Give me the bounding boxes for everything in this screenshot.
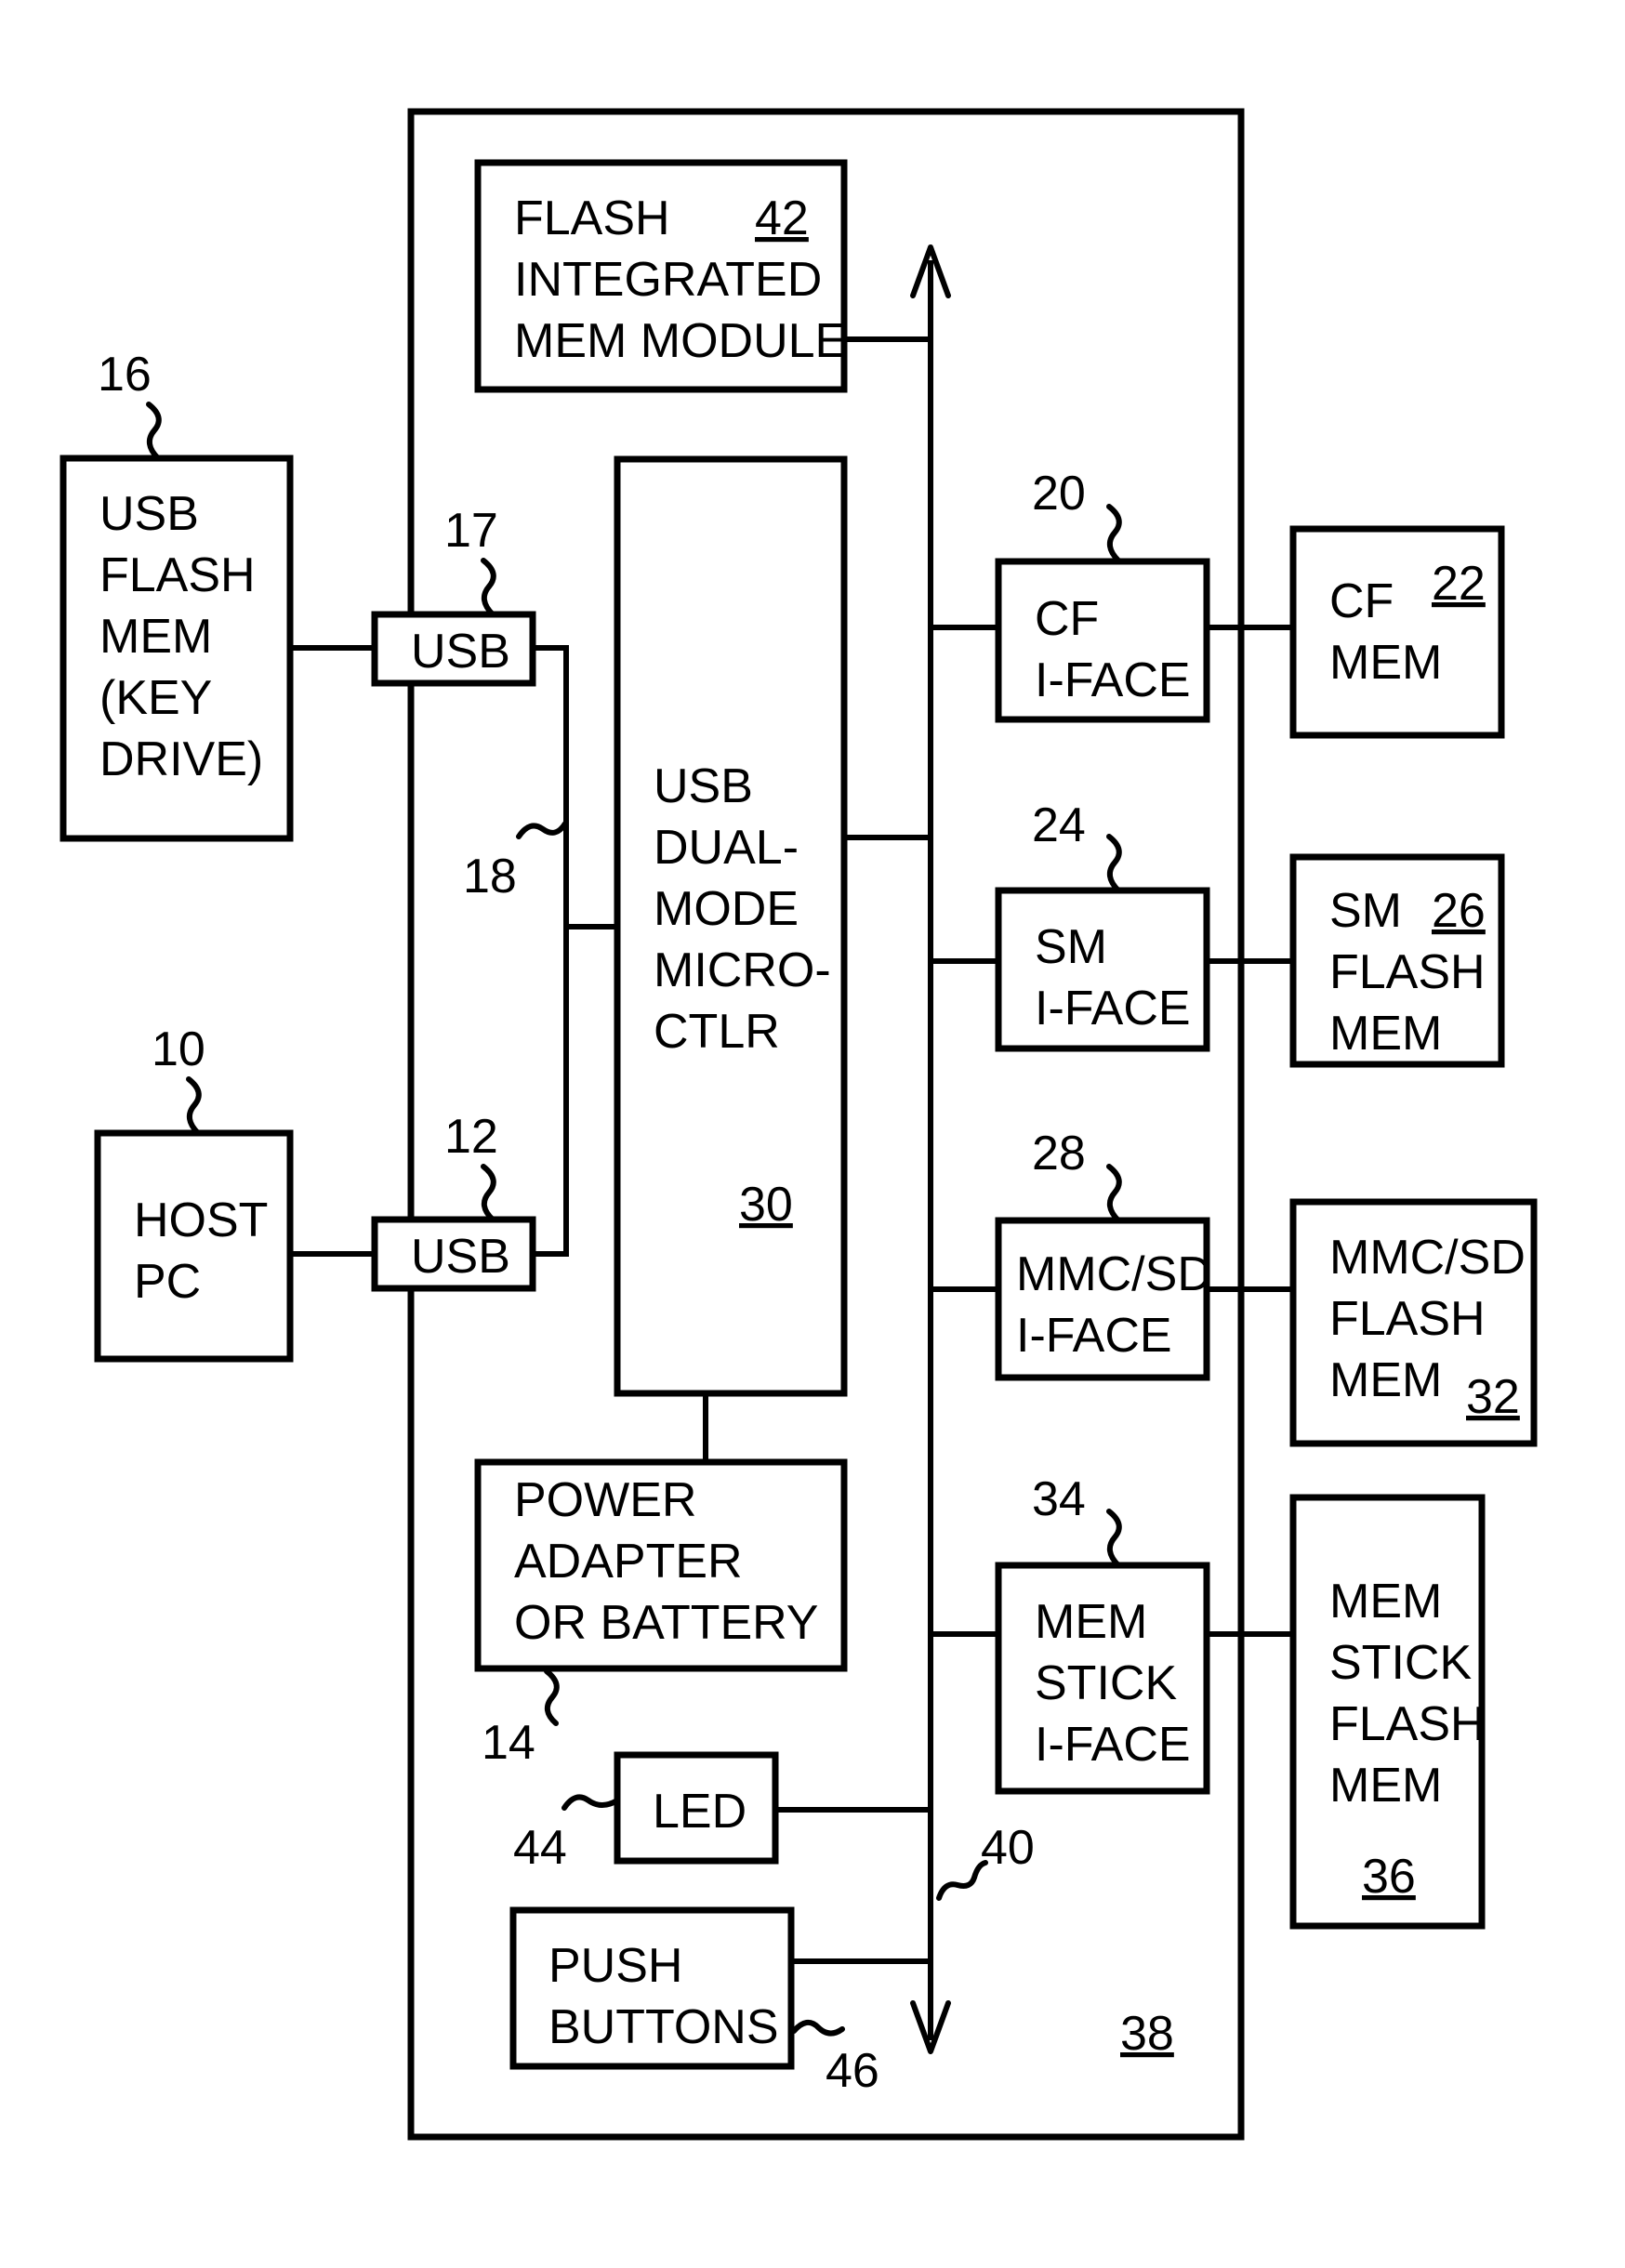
host-pc-leader bbox=[186, 1076, 202, 1136]
ms-mem-line-1: MEM bbox=[1329, 1575, 1442, 1628]
usb-port-12-label: USB bbox=[411, 1230, 510, 1284]
ms-mem-line-4: MEM bbox=[1329, 1759, 1442, 1813]
micro-line-2: DUAL- bbox=[654, 821, 799, 875]
flash-module-line-1: FLASH bbox=[514, 191, 670, 245]
usb-flash-line-3: MEM bbox=[99, 610, 212, 664]
led-label: LED bbox=[653, 1785, 746, 1839]
ms-mem-ref: 36 bbox=[1362, 1850, 1416, 1904]
push-buttons-ref: 46 bbox=[826, 2044, 879, 2098]
ms-iface-ref: 34 bbox=[1032, 1472, 1086, 1526]
enclosure-ref: 38 bbox=[1120, 2007, 1174, 2061]
ms-mem-line-3: FLASH bbox=[1329, 1697, 1486, 1751]
micro-line-3: MODE bbox=[654, 882, 799, 936]
power-ref: 14 bbox=[482, 1716, 535, 1770]
ms-iface-line-1: MEM bbox=[1035, 1595, 1147, 1649]
host-pc-line-1: HOST bbox=[134, 1193, 268, 1247]
micro-line-1: USB bbox=[654, 759, 753, 813]
usb-flash-ref: 16 bbox=[98, 348, 152, 402]
usb-flash-leader bbox=[146, 402, 162, 461]
sm-mem-line-1: SM bbox=[1329, 884, 1402, 938]
sm-mem-line-2: FLASH bbox=[1329, 945, 1486, 999]
mmc-iface-line-1: MMC/SD bbox=[1016, 1247, 1212, 1301]
mmc-mem-line-1: MMC/SD bbox=[1329, 1231, 1526, 1285]
mmc-mem-ref: 32 bbox=[1466, 1370, 1520, 1424]
flash-module-line-2: INTEGRATED bbox=[514, 253, 822, 307]
usb-port-17-label: USB bbox=[411, 625, 510, 679]
micro-ref: 30 bbox=[739, 1178, 793, 1232]
micro-line-5: CTLR bbox=[654, 1005, 780, 1059]
usb-flash-line-4: (KEY bbox=[99, 671, 212, 725]
usb-port-12-ref: 12 bbox=[444, 1110, 498, 1164]
led-ref: 44 bbox=[513, 1821, 567, 1875]
usb-flash-line-1: USB bbox=[99, 487, 199, 541]
cf-iface-line-1: CF bbox=[1035, 592, 1099, 646]
sm-iface-line-1: SM bbox=[1035, 920, 1107, 974]
sm-iface-line-2: I-FACE bbox=[1035, 982, 1191, 1035]
push-buttons-line-1: PUSH bbox=[548, 1939, 682, 1993]
sm-iface-ref: 24 bbox=[1032, 798, 1086, 852]
usb-port-17-ref: 17 bbox=[444, 504, 498, 558]
mmc-mem-line-2: FLASH bbox=[1329, 1292, 1486, 1346]
ms-iface-line-3: I-FACE bbox=[1035, 1718, 1191, 1772]
sm-mem-ref: 26 bbox=[1432, 884, 1486, 938]
mmc-mem-line-3: MEM bbox=[1329, 1353, 1442, 1407]
usb-flash-line-5: DRIVE) bbox=[99, 732, 263, 786]
cf-iface-line-2: I-FACE bbox=[1035, 653, 1191, 707]
sm-mem-line-3: MEM bbox=[1329, 1007, 1442, 1061]
bus-ref: 40 bbox=[981, 1821, 1035, 1875]
mmc-iface-line-2: I-FACE bbox=[1016, 1309, 1172, 1363]
host-pc-ref: 10 bbox=[152, 1022, 205, 1076]
flash-module-line-3: MEM MODULE bbox=[514, 314, 847, 368]
power-line-1: POWER bbox=[514, 1473, 696, 1527]
cf-mem-ref: 22 bbox=[1432, 557, 1486, 611]
micro-line-4: MICRO- bbox=[654, 943, 831, 997]
push-buttons-line-2: BUTTONS bbox=[548, 2000, 779, 2054]
ms-mem-line-2: STICK bbox=[1329, 1636, 1472, 1690]
mmc-iface-ref: 28 bbox=[1032, 1127, 1086, 1180]
cf-iface-ref: 20 bbox=[1032, 467, 1086, 521]
flash-module-ref: 42 bbox=[755, 191, 809, 245]
ms-iface-line-2: STICK bbox=[1035, 1656, 1177, 1710]
usb-flash-line-2: FLASH bbox=[99, 548, 256, 602]
cf-mem-line-2: MEM bbox=[1329, 636, 1442, 690]
cf-mem-line-1: CF bbox=[1329, 574, 1394, 628]
block-diagram: 38 40 FLASH 42 INTEGRATED MEM MODULE USB… bbox=[59, 108, 1538, 2141]
power-line-3: OR BATTERY bbox=[514, 1596, 818, 1650]
usb-link-ref: 18 bbox=[463, 850, 517, 903]
power-line-2: ADAPTER bbox=[514, 1535, 743, 1589]
host-pc-line-2: PC bbox=[134, 1255, 201, 1309]
